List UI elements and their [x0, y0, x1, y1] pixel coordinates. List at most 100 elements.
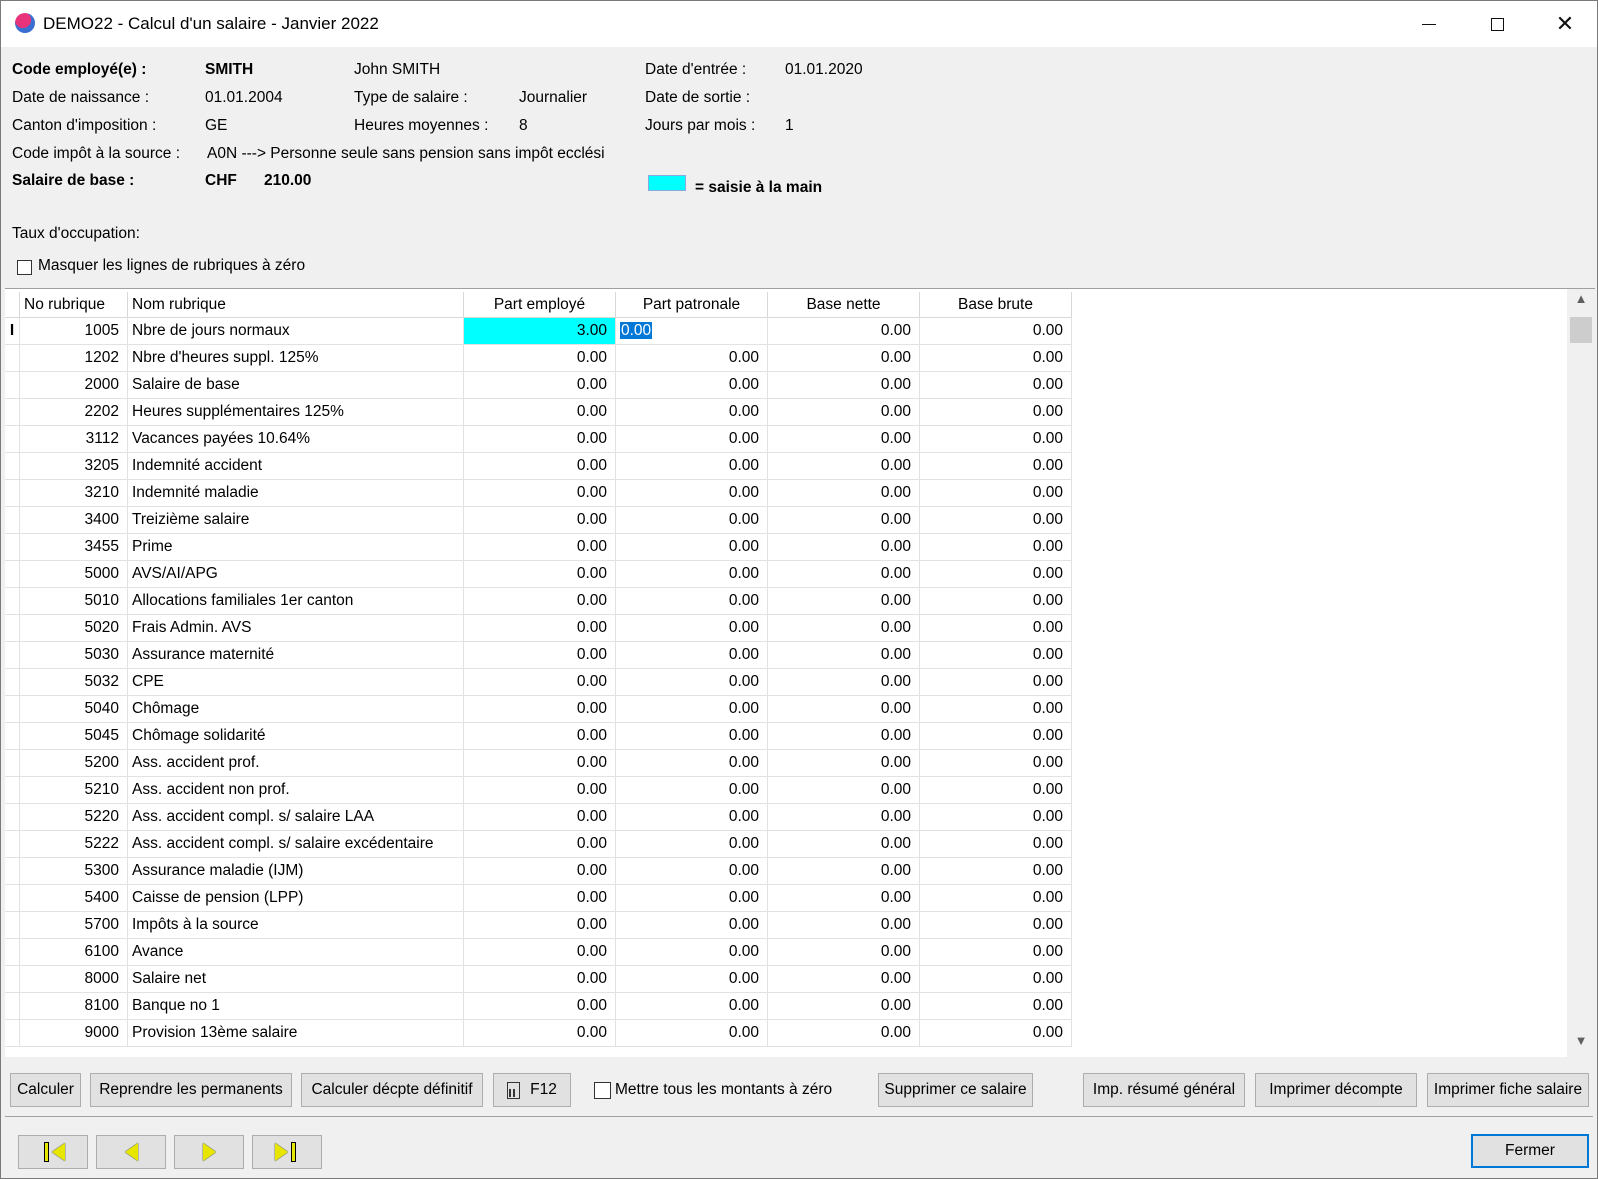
row-selector[interactable] — [5, 722, 20, 750]
row-selector[interactable] — [5, 371, 20, 399]
maximize-button[interactable] — [1463, 1, 1531, 47]
table-row[interactable]: 9000 Provision 13ème salaire 0.00 0.00 0.00 0… — [5, 1019, 1072, 1047]
table-row[interactable]: 5040 Chômage 0.00 0.00 0.00 0.00 — [5, 695, 1072, 723]
part-patronale-cell[interactable]: 0.00 — [615, 1019, 768, 1047]
part-employe-cell[interactable]: 0.00 — [463, 722, 616, 750]
part-employe-cell[interactable]: 3.00 — [463, 317, 616, 345]
row-selector[interactable] — [5, 425, 20, 453]
part-employe-cell[interactable]: 0.00 — [463, 1019, 616, 1047]
part-patronale-cell[interactable]: 0.00 — [615, 452, 768, 480]
row-selector[interactable] — [5, 452, 20, 480]
row-selector[interactable] — [5, 668, 20, 696]
part-employe-cell[interactable]: 0.00 — [463, 857, 616, 885]
imp-resume-general-button[interactable]: Imp. résumé général — [1083, 1073, 1245, 1107]
minimize-button[interactable] — [1395, 1, 1463, 47]
table-row[interactable]: 5000 AVS/AI/APG 0.00 0.00 0.00 0.00 — [5, 560, 1072, 588]
part-employe-cell[interactable]: 0.00 — [463, 425, 616, 453]
table-row[interactable]: 5220 Ass. accident compl. s/ salaire LAA 0… — [5, 803, 1072, 831]
part-employe-cell[interactable]: 0.00 — [463, 938, 616, 966]
part-employe-cell[interactable]: 0.00 — [463, 992, 616, 1020]
part-employe-cell[interactable]: 0.00 — [463, 614, 616, 642]
table-row[interactable]: 2000 Salaire de base 0.00 0.00 0.00 0.00 — [5, 371, 1072, 399]
column-header-part-employe[interactable]: Part employé — [463, 292, 616, 318]
part-employe-cell[interactable]: 0.00 — [463, 668, 616, 696]
imprimer-fiche-salaire-button[interactable]: Imprimer fiche salaire — [1427, 1073, 1589, 1107]
part-employe-cell[interactable]: 0.00 — [463, 803, 616, 831]
supprimer-salaire-button[interactable]: Supprimer ce salaire — [878, 1073, 1033, 1107]
row-selector[interactable] — [5, 695, 20, 723]
part-employe-cell[interactable]: 0.00 — [463, 965, 616, 993]
row-selector[interactable] — [5, 911, 20, 939]
column-header-base-nette[interactable]: Base nette — [767, 292, 920, 318]
row-selector[interactable] — [5, 344, 20, 372]
table-row[interactable]: 3400 Treizième salaire 0.00 0.00 0.00 0.00 — [5, 506, 1072, 534]
row-selector[interactable] — [5, 479, 20, 507]
part-patronale-cell[interactable]: 0.00 — [615, 614, 768, 642]
scroll-down-arrow-icon[interactable]: ▼ — [1567, 1033, 1595, 1055]
table-row[interactable]: 5300 Assurance maladie (IJM) 0.00 0.00 0.00 0… — [5, 857, 1072, 885]
part-patronale-cell[interactable]: 0.00 — [615, 803, 768, 831]
table-row[interactable]: 5400 Caisse de pension (LPP) 0.00 0.00 0.00 0… — [5, 884, 1072, 912]
editing-value[interactable]: 0.00 — [620, 322, 653, 339]
reprendre-permanents-button[interactable]: Reprendre les permanents — [90, 1073, 292, 1107]
vertical-scrollbar[interactable]: ▲ ▼ — [1567, 289, 1595, 1057]
table-row[interactable]: 5045 Chômage solidarité 0.00 0.00 0.00 0.00 — [5, 722, 1072, 750]
row-selector[interactable] — [5, 884, 20, 912]
part-patronale-cell[interactable]: 0.00 — [615, 992, 768, 1020]
next-record-button[interactable] — [174, 1135, 244, 1169]
calculer-definitif-button[interactable]: Calculer décpte définitif — [301, 1073, 483, 1107]
part-employe-cell[interactable]: 0.00 — [463, 641, 616, 669]
row-selector[interactable] — [5, 776, 20, 804]
row-selector[interactable]: I — [5, 317, 20, 345]
part-employe-cell[interactable]: 0.00 — [463, 398, 616, 426]
part-patronale-cell[interactable]: 0.00 — [615, 344, 768, 372]
imprimer-decompte-button[interactable]: Imprimer décompte — [1255, 1073, 1417, 1107]
part-employe-cell[interactable]: 0.00 — [463, 776, 616, 804]
row-selector[interactable] — [5, 857, 20, 885]
f12-calculator-button[interactable]: F12 — [493, 1073, 571, 1107]
part-patronale-cell[interactable]: 0.00 — [615, 425, 768, 453]
row-selector[interactable] — [5, 938, 20, 966]
row-selector[interactable] — [5, 803, 20, 831]
part-employe-cell[interactable]: 0.00 — [463, 506, 616, 534]
part-patronale-cell[interactable]: 0.00 — [615, 479, 768, 507]
previous-record-button[interactable] — [96, 1135, 166, 1169]
first-record-button[interactable] — [18, 1135, 88, 1169]
part-patronale-cell[interactable]: 0.00 — [615, 722, 768, 750]
part-employe-cell[interactable]: 0.00 — [463, 587, 616, 615]
table-row[interactable]: 5200 Ass. accident prof. 0.00 0.00 0.00 0.00 — [5, 749, 1072, 777]
fermer-button[interactable]: Fermer — [1471, 1134, 1589, 1168]
table-row[interactable]: 5222 Ass. accident compl. s/ salaire excé… — [5, 830, 1072, 858]
row-selector[interactable] — [5, 587, 20, 615]
row-selector[interactable] — [5, 614, 20, 642]
part-patronale-cell[interactable]: 0.00 — [615, 776, 768, 804]
column-header-nom-rubrique[interactable]: Nom rubrique — [127, 292, 464, 318]
table-row[interactable]: 5210 Ass. accident non prof. 0.00 0.00 0.00 0… — [5, 776, 1072, 804]
part-patronale-cell[interactable]: 0.00 — [615, 506, 768, 534]
row-selector[interactable] — [5, 506, 20, 534]
table-row[interactable]: 3112 Vacances payées 10.64% 0.00 0.00 0.00 0.… — [5, 425, 1072, 453]
part-patronale-cell[interactable]: 0.00 — [615, 695, 768, 723]
table-row[interactable]: 3205 Indemnité accident 0.00 0.00 0.00 0.00 — [5, 452, 1072, 480]
part-patronale-cell[interactable]: 0.00 — [615, 560, 768, 588]
table-row[interactable]: 3455 Prime 0.00 0.00 0.00 0.00 — [5, 533, 1072, 561]
row-selector[interactable] — [5, 533, 20, 561]
part-employe-cell[interactable]: 0.00 — [463, 479, 616, 507]
row-selector[interactable] — [5, 1019, 20, 1047]
scroll-up-arrow-icon[interactable]: ▲ — [1567, 291, 1595, 313]
table-row[interactable]: 5030 Assurance maternité 0.00 0.00 0.00 0.00 — [5, 641, 1072, 669]
part-patronale-cell[interactable]: 0.00 — [615, 398, 768, 426]
row-selector[interactable] — [5, 641, 20, 669]
part-patronale-cell[interactable]: 0.00 — [615, 371, 768, 399]
part-patronale-cell[interactable]: 0.00 — [615, 533, 768, 561]
row-selector[interactable] — [5, 560, 20, 588]
row-selector[interactable] — [5, 992, 20, 1020]
part-employe-cell[interactable]: 0.00 — [463, 452, 616, 480]
table-row[interactable]: 8000 Salaire net 0.00 0.00 0.00 0.00 — [5, 965, 1072, 993]
part-patronale-cell[interactable]: 0.00 — [615, 587, 768, 615]
part-employe-cell[interactable]: 0.00 — [463, 560, 616, 588]
row-selector[interactable] — [5, 749, 20, 777]
part-employe-cell[interactable]: 0.00 — [463, 884, 616, 912]
calculer-button[interactable]: Calculer — [10, 1073, 81, 1107]
table-row[interactable]: 5700 Impôts à la source 0.00 0.00 0.00 0.00 — [5, 911, 1072, 939]
